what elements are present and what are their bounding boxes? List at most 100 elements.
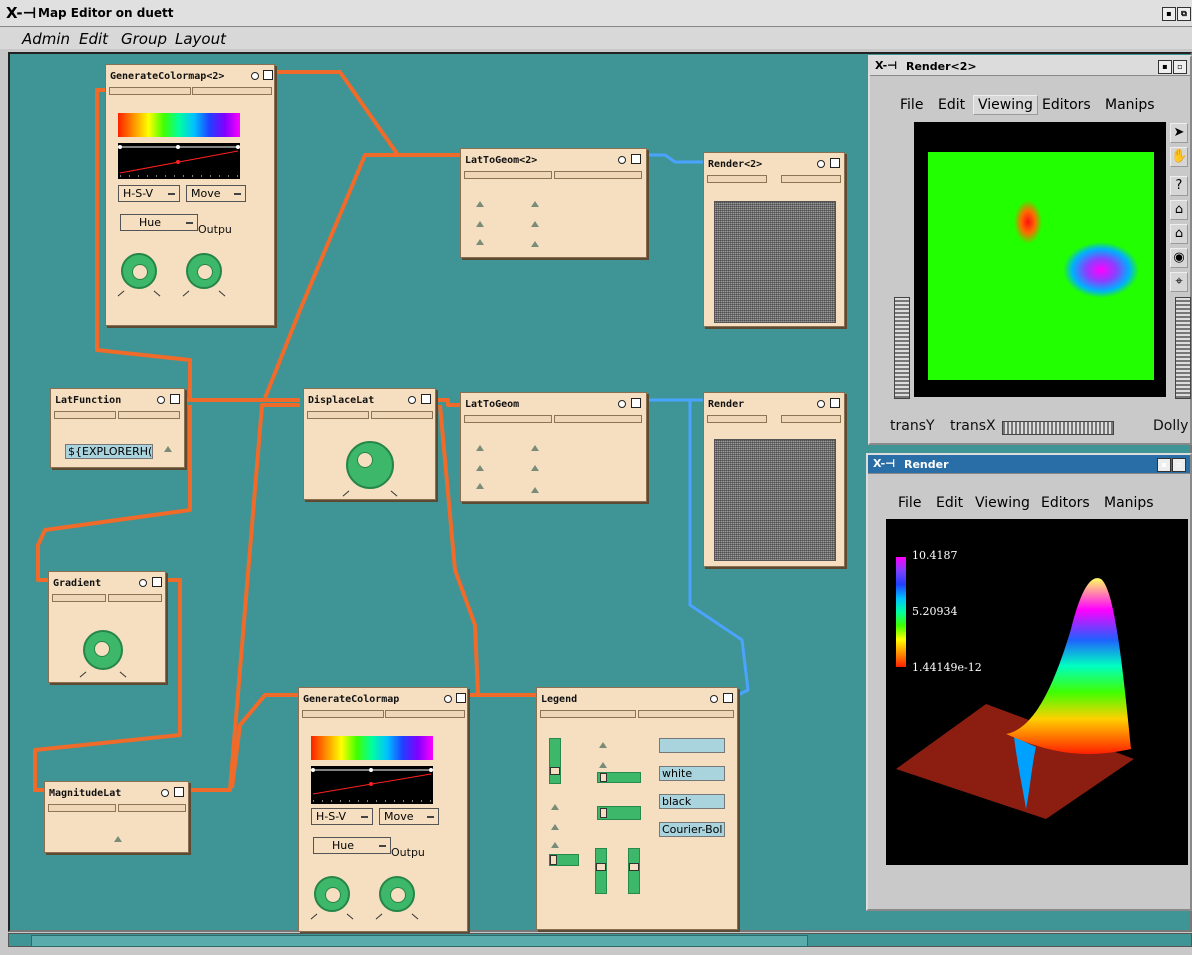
seek-icon[interactable]: ⌖ <box>1170 272 1188 292</box>
input-port[interactable] <box>781 415 841 423</box>
module-box-icon[interactable] <box>830 398 840 408</box>
module-generate-colormap[interactable]: GenerateColormap H-S-V Move Hue Outpu <box>298 687 468 932</box>
legend-font-field[interactable]: Courier-Bol <box>659 822 725 837</box>
view-all-icon[interactable]: ◉ <box>1170 248 1188 268</box>
dial-knob[interactable] <box>182 253 226 297</box>
module-displacelat[interactable]: DisplaceLat <box>303 388 436 500</box>
legend-color-field[interactable]: white <box>659 766 725 781</box>
menu-edit[interactable]: Edit <box>938 97 965 113</box>
legend-bgcolor-field[interactable]: black <box>659 794 725 809</box>
toggle-icon[interactable] <box>531 487 539 493</box>
dial-knob[interactable] <box>79 630 127 678</box>
dial-knob[interactable] <box>375 876 419 920</box>
module-box-icon[interactable] <box>170 394 180 404</box>
menu-layout[interactable]: Layout <box>175 30 226 48</box>
module-dot-icon[interactable] <box>251 72 259 80</box>
hsv-option-menu[interactable]: H-S-V <box>311 808 373 825</box>
menu-editors[interactable]: Editors <box>1042 97 1091 113</box>
input-port[interactable] <box>540 710 636 718</box>
home-icon[interactable]: ⌂ <box>1170 200 1188 220</box>
horizontal-slider[interactable] <box>549 854 579 866</box>
menu-edit[interactable]: Edit <box>79 30 108 48</box>
input-port[interactable] <box>307 411 369 419</box>
module-latfunction[interactable]: LatFunction ${EXPLORERH( <box>50 388 185 468</box>
input-port[interactable] <box>464 171 552 179</box>
module-box-icon[interactable] <box>830 158 840 168</box>
vertical-slider[interactable] <box>595 848 607 894</box>
iconify-icon[interactable]: ▪ <box>1157 458 1171 472</box>
toggle-icon[interactable] <box>476 465 484 471</box>
module-box-icon[interactable] <box>631 398 641 408</box>
toggle-icon[interactable] <box>531 465 539 471</box>
hsv-option-menu[interactable]: H-S-V <box>118 185 180 202</box>
iconify-icon[interactable]: ▪ <box>1158 60 1172 74</box>
module-legend[interactable]: Legend white black Courier-Bol <box>536 687 738 930</box>
module-render[interactable]: Render <box>703 392 845 567</box>
menu-viewing[interactable]: Viewing <box>973 95 1038 115</box>
input-port[interactable] <box>192 87 272 95</box>
dial-knob[interactable] <box>117 253 161 297</box>
input-port[interactable] <box>109 87 191 95</box>
module-box-icon[interactable] <box>421 394 431 404</box>
menu-file[interactable]: File <box>898 495 921 511</box>
menu-edit[interactable]: Edit <box>936 495 963 511</box>
scrollbar-thumb[interactable] <box>31 935 808 947</box>
arrow-icon[interactable]: ➤ <box>1170 123 1188 143</box>
input-port[interactable] <box>554 415 642 423</box>
render-window[interactable]: X-⊣ Render ▪ ▫ File Edit Viewing Editors… <box>866 453 1192 911</box>
vertical-slider[interactable] <box>628 848 640 894</box>
hue-option-menu[interactable]: Hue <box>313 837 391 854</box>
menu-file[interactable]: File <box>900 97 923 113</box>
legend-text-field[interactable] <box>659 738 725 753</box>
module-box-icon[interactable] <box>456 693 466 703</box>
input-port[interactable] <box>118 411 180 419</box>
maximize-icon[interactable]: ⧉ <box>1177 7 1191 21</box>
dolly-thumbwheel[interactable] <box>1175 297 1191 399</box>
toggle-icon[interactable] <box>476 221 484 227</box>
toggle-icon[interactable] <box>551 804 559 810</box>
toggle-icon[interactable] <box>551 824 559 830</box>
module-dot-icon[interactable] <box>618 156 626 164</box>
colormap-curve-editor[interactable] <box>118 143 240 179</box>
module-gradient[interactable]: Gradient <box>48 571 166 683</box>
iconify-icon[interactable]: ▪ <box>1162 7 1176 21</box>
input-port[interactable] <box>302 710 384 718</box>
module-dot-icon[interactable] <box>817 160 825 168</box>
module-dot-icon[interactable] <box>157 396 165 404</box>
dial-knob[interactable] <box>342 441 398 497</box>
module-dot-icon[interactable] <box>139 579 147 587</box>
toggle-icon[interactable] <box>551 842 559 848</box>
toggle-icon[interactable] <box>531 201 539 207</box>
module-dot-icon[interactable] <box>618 400 626 408</box>
menu-viewing[interactable]: Viewing <box>975 495 1030 511</box>
horizontal-scrollbar[interactable] <box>8 933 1192 947</box>
toggle-icon[interactable] <box>531 445 539 451</box>
module-dot-icon[interactable] <box>710 695 718 703</box>
input-port[interactable] <box>118 804 186 812</box>
module-render-2[interactable]: Render<2> <box>703 152 845 327</box>
dial-knob[interactable] <box>310 876 354 920</box>
toggle-icon[interactable] <box>476 445 484 451</box>
input-port[interactable] <box>48 804 116 812</box>
input-port[interactable] <box>781 175 841 183</box>
input-port[interactable] <box>554 171 642 179</box>
input-port[interactable] <box>371 411 433 419</box>
help-icon[interactable]: ? <box>1170 176 1188 196</box>
module-generate-colormap-2[interactable]: GenerateColormap<2> H-S-V Move Hue Outpu <box>105 64 275 326</box>
module-dot-icon[interactable] <box>817 400 825 408</box>
maximize-icon[interactable]: ▫ <box>1173 60 1187 74</box>
menu-manips[interactable]: Manips <box>1105 97 1155 113</box>
colormap-curve-editor[interactable] <box>311 766 433 804</box>
toggle-icon[interactable] <box>476 483 484 489</box>
toggle-icon[interactable] <box>476 201 484 207</box>
toggle-icon[interactable] <box>531 241 539 247</box>
transx-thumbwheel[interactable] <box>1002 421 1114 435</box>
vertical-slider[interactable] <box>549 738 561 784</box>
module-dot-icon[interactable] <box>161 789 169 797</box>
toggle-icon[interactable] <box>599 762 607 768</box>
maximize-icon[interactable]: ▫ <box>1172 458 1186 472</box>
input-port[interactable] <box>464 415 552 423</box>
move-option-menu[interactable]: Move <box>186 185 246 202</box>
toggle-icon[interactable] <box>476 239 484 245</box>
toggle-icon[interactable] <box>531 221 539 227</box>
